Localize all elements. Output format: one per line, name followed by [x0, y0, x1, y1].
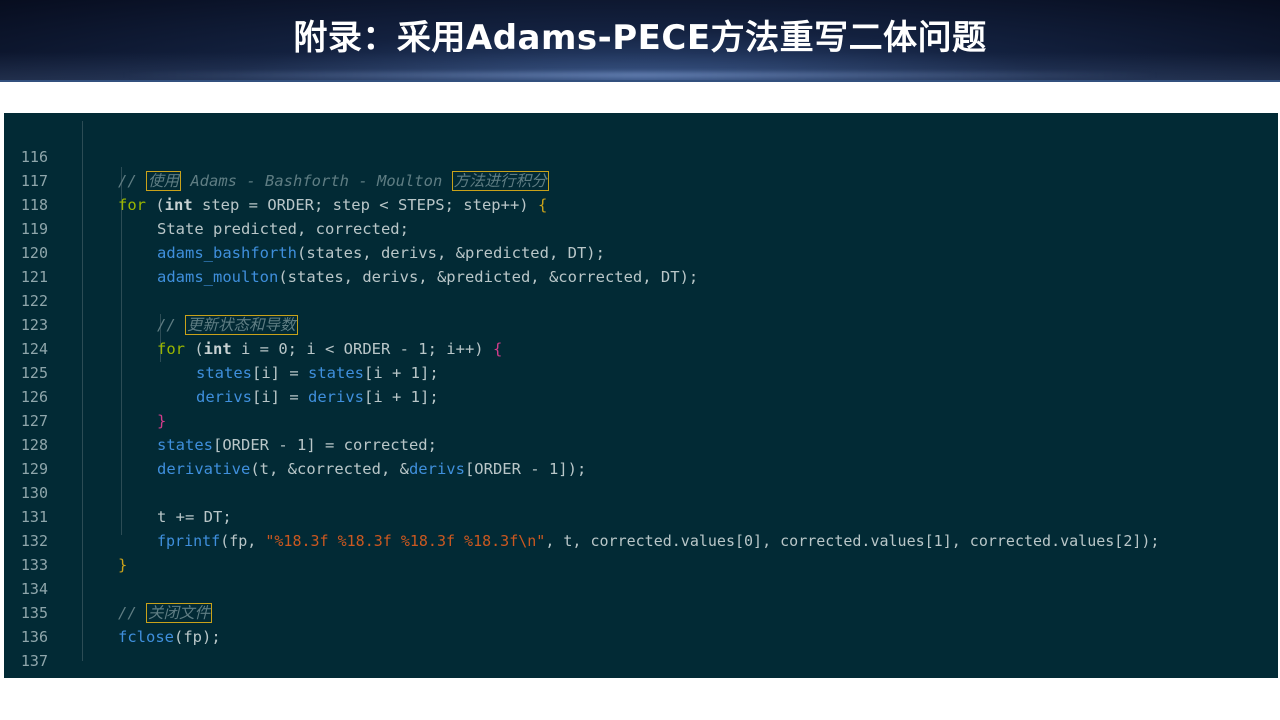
code-line[interactable]: 123 for (int i = 0; i < ORDER - 1; i++) … [4, 289, 1278, 358]
code-line[interactable]: 116 // 使用 Adams - Bashforth - Moulton 方法… [4, 121, 1278, 191]
code-line[interactable]: 120 adams_moulton(states, derivs, &predi… [4, 217, 1278, 286]
code-line[interactable]: 128 derivative(t, &corrected, &derivs[OR… [4, 409, 1278, 478]
code-line[interactable]: 126 } [4, 361, 1278, 430]
title-banner: 附录：采用Adams-PECE方法重写二体问题 [0, 0, 1280, 82]
code-line[interactable]: 131 fprintf(fp, "%18.3f %18.3f %18.3f %1… [4, 481, 1278, 550]
code-line[interactable]: 122 // 更新状态和导数 [4, 265, 1278, 335]
code-line[interactable]: 134 // 关闭文件 [4, 553, 1278, 623]
code-line[interactable]: 119 adams_bashforth(states, derivs, &pre… [4, 193, 1278, 262]
keyword: return [118, 676, 174, 678]
code-text: return 0; [79, 673, 202, 678]
banner-glow [120, 72, 1160, 78]
line-number: 138 [4, 673, 48, 678]
code-line[interactable]: 137 return 0; [4, 625, 1278, 678]
code-line[interactable]: 138 } [4, 649, 1278, 678]
code-line[interactable]: 132 } [4, 505, 1278, 574]
code-line[interactable]: 125 derivs[i] = derivs[i + 1]; [4, 337, 1278, 406]
code-line[interactable]: 133 [4, 529, 1278, 574]
code-line[interactable]: 135 fclose(fp); [4, 577, 1278, 646]
code-line[interactable]: 118 State predicted, corrected; [4, 169, 1278, 238]
slide-title: 附录：采用Adams-PECE方法重写二体问题 [293, 18, 987, 58]
code-line[interactable]: 117 for (int step = ORDER; step < STEPS;… [4, 145, 1278, 214]
code-line[interactable]: 136 [4, 601, 1278, 646]
return-value: 0; [174, 676, 202, 678]
code-line[interactable]: 124 states[i] = states[i + 1]; [4, 313, 1278, 382]
code-line[interactable]: 121 [4, 241, 1278, 286]
code-editor[interactable]: 116 // 使用 Adams - Bashforth - Moulton 方法… [4, 113, 1278, 678]
code-line[interactable]: 130 t += DT; [4, 457, 1278, 526]
code-line[interactable]: 127 states[ORDER - 1] = corrected; [4, 385, 1278, 454]
code-line[interactable]: 129 [4, 433, 1278, 478]
